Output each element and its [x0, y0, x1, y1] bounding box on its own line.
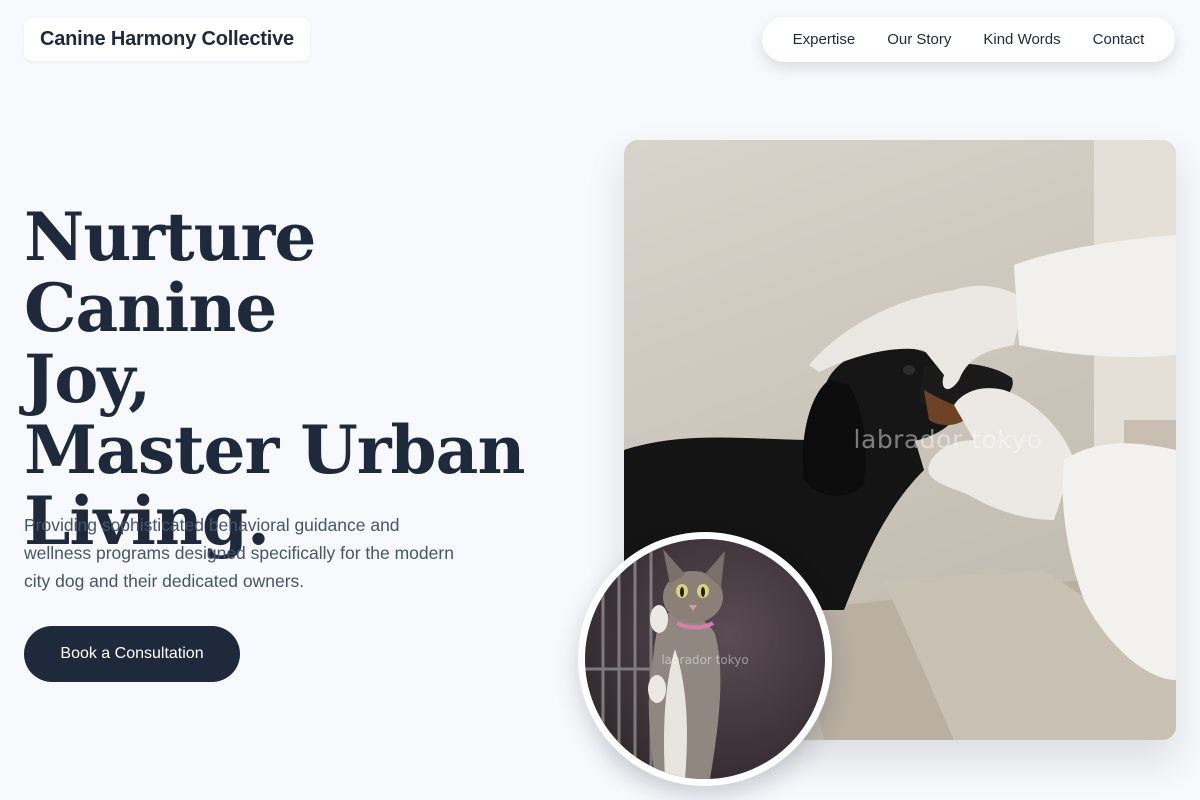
book-consultation-button[interactable]: Book a Consultation	[24, 626, 240, 682]
hero-description: Providing sophisticated behavioral guida…	[24, 515, 454, 591]
main-nav: Expertise Our Story Kind Words Contact	[762, 17, 1175, 62]
nav-link-our-story[interactable]: Our Story	[887, 31, 951, 48]
nav-link-expertise[interactable]: Expertise	[793, 31, 856, 48]
nav-link-contact[interactable]: Contact	[1093, 31, 1145, 48]
hero-title-line: Joy,	[24, 340, 151, 418]
hero-title: Nurture Canine Joy, Master Urban Living.	[24, 202, 584, 557]
hero-title-line: Master Urban	[24, 411, 525, 489]
cat-photo-frame: labrador tokyo	[578, 532, 832, 786]
cat-photo: labrador tokyo	[585, 539, 825, 779]
image-watermark: labrador tokyo	[853, 425, 1043, 454]
brand-logo[interactable]: Canine Harmony Collective	[24, 18, 310, 61]
nav-link-kind-words[interactable]: Kind Words	[983, 31, 1060, 48]
image-watermark: labrador tokyo	[661, 653, 749, 667]
hero-title-line: Nurture Canine	[24, 198, 316, 347]
